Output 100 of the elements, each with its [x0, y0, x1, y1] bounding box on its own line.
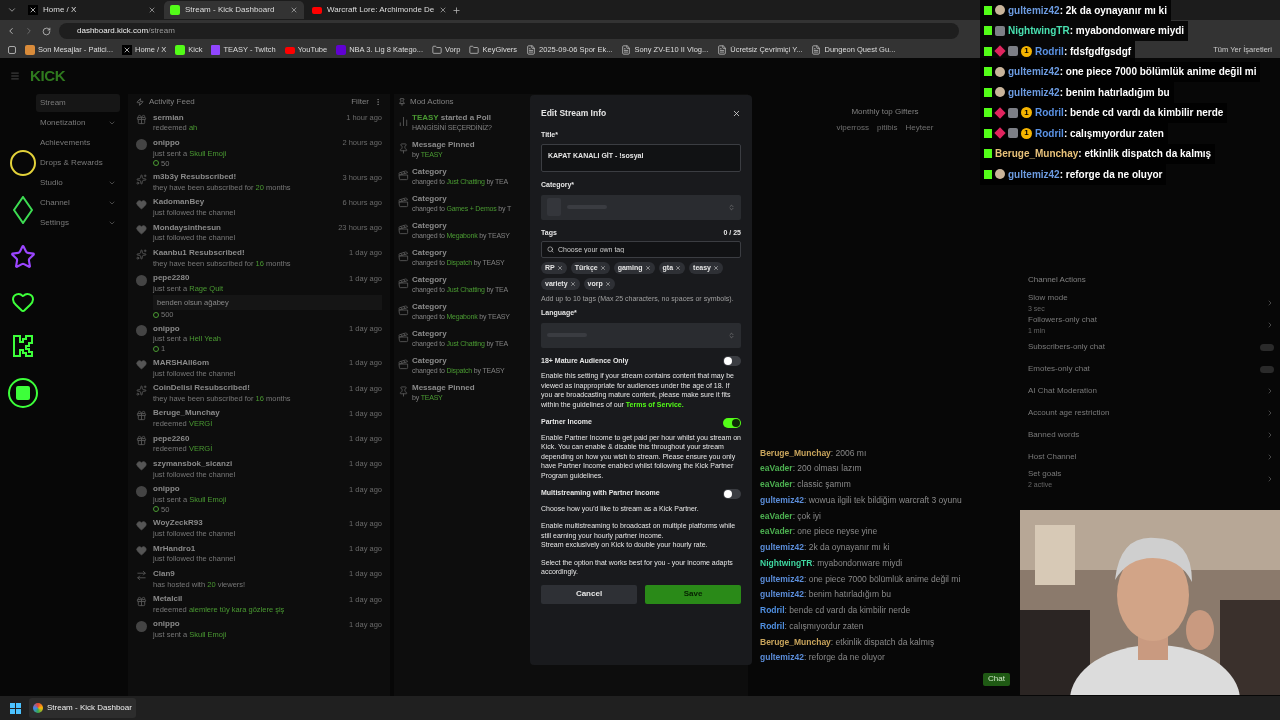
cancel-button[interactable]: Cancel	[541, 584, 637, 604]
browser-tab[interactable]: Home / X	[22, 1, 162, 19]
x-logo-icon	[28, 5, 38, 15]
robot-badge-icon	[1008, 107, 1018, 118]
browser-tab[interactable]: Stream - Kick Dashboard	[164, 1, 304, 19]
heart-icon	[136, 224, 147, 235]
mod-action-title: Category	[412, 275, 448, 285]
coin-icon	[136, 325, 147, 336]
channel-action-label[interactable]: Followers-only chat	[1028, 313, 1266, 326]
chat-message: eaVader: 200 olması lazım	[760, 462, 863, 475]
coin-icon	[136, 274, 147, 286]
taskbar-app[interactable]: Stream - Kick Dashboar	[29, 698, 136, 718]
mod-action-title: Message Pinned	[412, 140, 475, 150]
folder-icon	[469, 45, 480, 55]
heart-icon	[136, 359, 147, 371]
sidebar-item[interactable]: Settings	[36, 214, 120, 232]
chevron-icon	[1266, 475, 1274, 483]
browser-tab[interactable]: Warcraft Lore: Archimonde De	[306, 1, 446, 19]
remove-icon[interactable]	[604, 281, 611, 288]
start-icon[interactable]	[10, 702, 21, 714]
back-icon[interactable]	[6, 26, 16, 36]
chat-button[interactable]: Chat	[983, 672, 1010, 686]
chat-message: gultemiz42: 2k da oynayanır mı ki	[1008, 3, 1167, 18]
heart-icon	[136, 545, 147, 556]
more-icon[interactable]	[374, 98, 382, 106]
channel-action-label[interactable]: AI Chat Moderation	[1028, 385, 1266, 397]
sidebar-item[interactable]: Studio	[36, 174, 120, 192]
gem-badge-icon	[994, 127, 1006, 139]
category-icon	[398, 197, 409, 208]
close-icon[interactable]	[290, 6, 298, 14]
channel-action-label[interactable]: Host Channel	[1028, 451, 1266, 463]
category-icon	[398, 305, 409, 316]
select-arrows-icon	[728, 203, 735, 211]
close-icon[interactable]	[439, 6, 448, 14]
toggle-switch[interactable]	[723, 417, 741, 428]
folder-icon	[432, 45, 442, 55]
cursor-ring-icon	[10, 150, 36, 176]
sidebar-item[interactable]: Monetization	[36, 114, 120, 132]
chat-message: Beruge_Munchay: 2006 mı	[760, 446, 868, 460]
mod-action-title: Category	[412, 248, 448, 258]
chevron-icon	[1266, 387, 1274, 395]
category-icon	[398, 170, 409, 181]
gem-badge-icon	[994, 45, 1006, 57]
coin-icon	[136, 485, 147, 497]
chat-message: gultemiz42: one piece 7000 bölümlük anime değil mi	[1008, 65, 1257, 80]
robot-badge-icon	[1008, 128, 1018, 139]
category-icon	[398, 278, 409, 289]
sidebar-item[interactable]: Stream	[36, 94, 120, 112]
sidebar-item[interactable]: Channel	[36, 194, 120, 212]
remove-icon[interactable]	[569, 281, 576, 288]
save-button[interactable]: Save	[645, 584, 741, 604]
sidebar-item[interactable]: Achievements	[36, 134, 120, 152]
channel-action-label[interactable]: Emotes-only chat	[1028, 363, 1260, 375]
chat-message: gultemiz42: wowua ilgili tek bildiğim warcraft 3 oyunu	[760, 493, 963, 507]
toggle-switch[interactable]	[1260, 365, 1274, 373]
close-icon[interactable]	[732, 108, 741, 118]
channel-action-label[interactable]: Set goals	[1028, 467, 1266, 480]
sidebar-item[interactable]: Drops & Rewards	[36, 154, 120, 172]
chevron-icon	[1266, 321, 1274, 329]
gifter-name: viperross	[836, 122, 869, 134]
channel-action-label[interactable]: Account age restriction	[1028, 407, 1266, 419]
toggle-switch[interactable]	[723, 488, 741, 499]
kick-logo[interactable]: KICK	[30, 64, 66, 88]
sub-badge: 1	[1021, 127, 1032, 139]
chat-message: NightwingTR: myabondonware miydi	[1008, 24, 1185, 39]
channel-action-label[interactable]: Slow mode	[1028, 291, 1266, 304]
avatar-badge-icon	[995, 87, 1005, 98]
x-logo-icon	[122, 45, 133, 55]
chat-message: Rodril: bende cd vardı da kimbilir nerde	[1035, 106, 1224, 121]
chat-message: gultemiz42: 2k da oynayanır mı ki	[760, 541, 891, 554]
address-field[interactable]: dashboard.kick.com/stream	[59, 23, 959, 39]
remove-icon[interactable]	[713, 265, 719, 272]
category-icon	[398, 251, 409, 262]
tab-list-icon[interactable]	[7, 5, 17, 15]
apps-icon[interactable]	[8, 46, 16, 54]
filter-button[interactable]: Filter	[351, 96, 369, 108]
robot-badge-icon	[995, 25, 1005, 36]
sparkle-icon	[136, 384, 147, 396]
toggle-switch[interactable]	[723, 356, 741, 366]
channel-action-label[interactable]: Banned words	[1028, 429, 1266, 441]
reload-icon[interactable]	[42, 26, 51, 36]
new-tab-icon[interactable]	[452, 5, 461, 15]
remove-icon[interactable]	[599, 265, 606, 272]
feed-username: Metalcil	[153, 594, 184, 605]
sub-badge: 1	[1021, 107, 1032, 119]
star-icon	[10, 244, 36, 270]
heart-icon	[136, 460, 147, 472]
yahoo-logo-icon	[336, 45, 347, 55]
remove-icon[interactable]	[644, 265, 651, 272]
twitch-logo-icon	[211, 45, 221, 55]
kick-logo-icon	[175, 45, 186, 55]
sparkle-icon	[136, 249, 147, 261]
toggle-switch[interactable]	[1260, 343, 1274, 351]
page-icon	[526, 45, 537, 55]
feed-username: CoinDelisi Resubscribed!	[153, 383, 251, 394]
channel-action-label[interactable]: Subscribers-only chat	[1028, 341, 1260, 353]
remove-icon[interactable]	[675, 265, 682, 272]
remove-icon[interactable]	[556, 265, 563, 272]
close-icon[interactable]	[148, 6, 156, 14]
mod-action-title: Category	[412, 302, 448, 312]
